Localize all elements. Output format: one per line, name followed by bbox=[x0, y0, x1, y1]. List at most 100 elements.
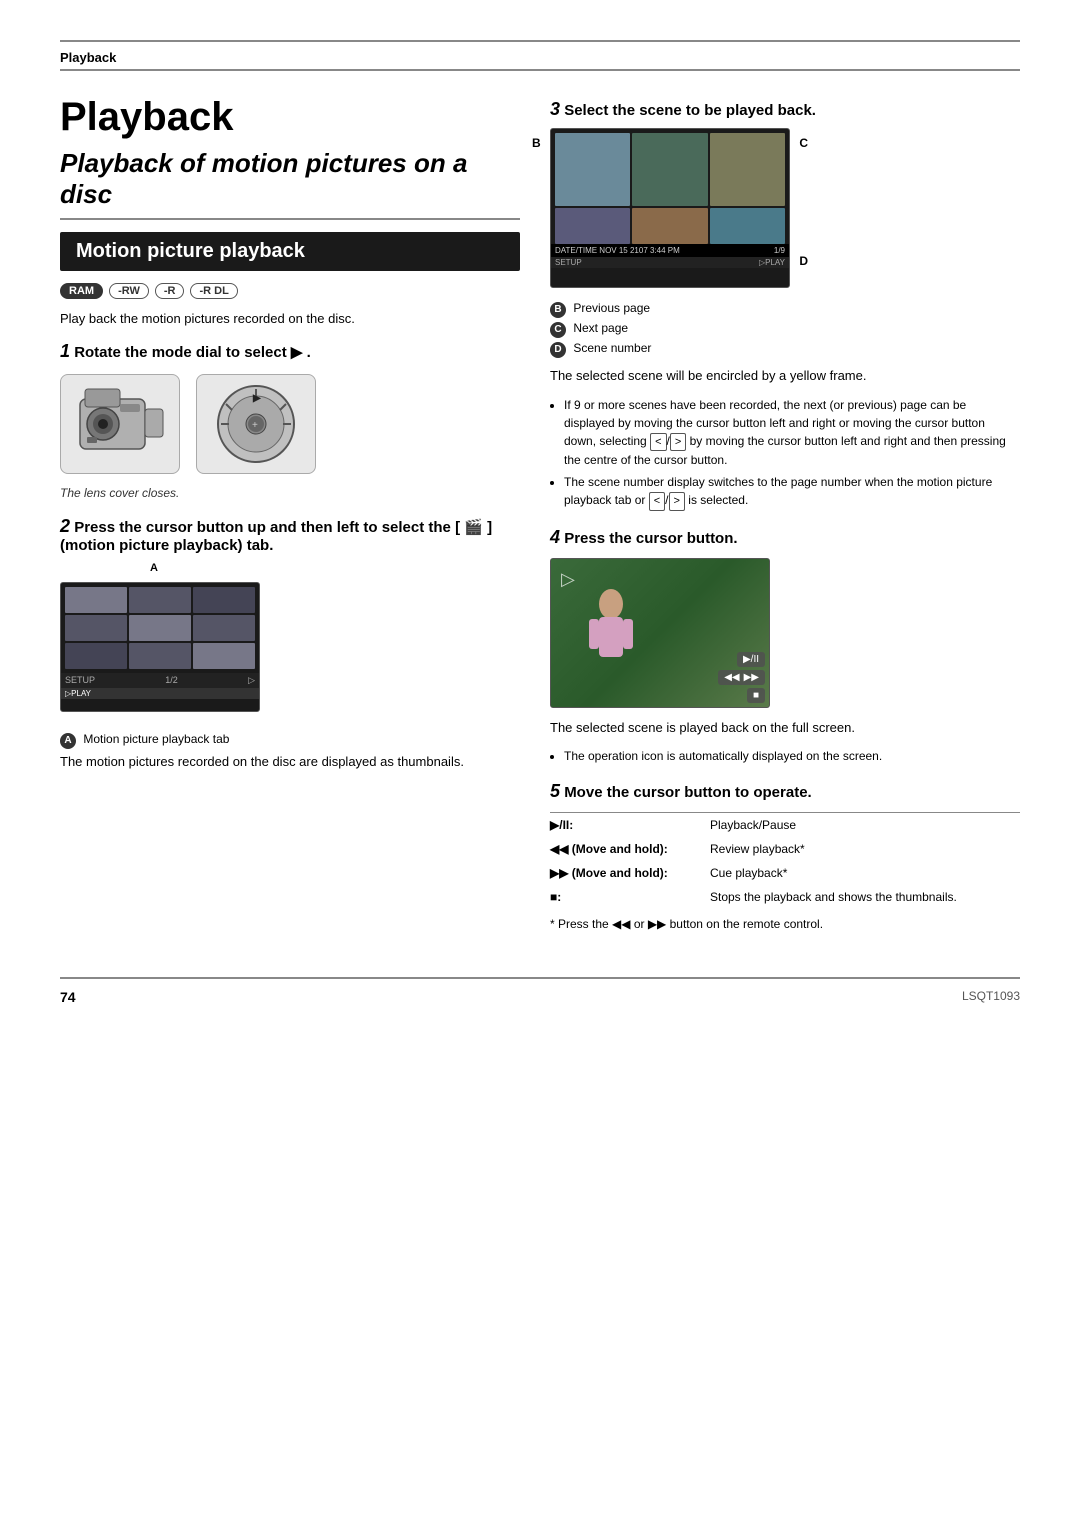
ctrl-stop: ■ bbox=[747, 688, 765, 703]
op-val-2: Review playback* bbox=[710, 837, 1020, 861]
thumb-cell-2 bbox=[129, 587, 191, 613]
step4-bullet1: The operation icon is automatically disp… bbox=[564, 747, 1020, 765]
footer: 74 LSQT1093 bbox=[60, 977, 1020, 1005]
dial-illustration: ▶ + bbox=[196, 374, 316, 474]
ctrl-rew-icon: ◀◀ bbox=[724, 672, 739, 683]
step3-cell-4 bbox=[555, 208, 630, 244]
badge-rdl: -R DL bbox=[190, 283, 237, 299]
screen-bar-right: ▷ bbox=[248, 675, 255, 686]
step2-screen: SETUP 1/2 ▷ ▷PLAY bbox=[60, 582, 260, 712]
caption-a2: The motion pictures recorded on the disc… bbox=[60, 752, 520, 772]
step2-screen-area: A bbox=[60, 572, 260, 722]
label-b-pos: B bbox=[532, 136, 541, 150]
step5-text: Move the cursor button to operate. bbox=[564, 784, 812, 801]
info-c: Next page bbox=[573, 321, 628, 335]
step4-caption: The selected scene is played back on the… bbox=[550, 718, 1020, 738]
op-key-2: ◀◀ (Move and hold): bbox=[550, 837, 710, 861]
control-bar: ▶/II ◀◀ ▶▶ ■ bbox=[714, 648, 769, 707]
op-key-3: ▶▶ (Move and hold): bbox=[550, 861, 710, 885]
page-number: 74 bbox=[60, 989, 76, 1005]
caption-a: Motion picture playback tab bbox=[83, 732, 229, 746]
step3-screen-area: B C D DATE/TIME NOV 15 210 bbox=[550, 128, 790, 298]
step3-bar1-right: 1/9 bbox=[774, 246, 785, 255]
thumb-cell-7 bbox=[65, 643, 127, 669]
op-val-1: Playback/Pause bbox=[710, 813, 1020, 838]
step1-text: Rotate the mode dial to select ▶ . bbox=[74, 344, 311, 361]
step3-label-c: C Next page bbox=[550, 321, 1020, 338]
step5-heading: 5 Move the cursor button to operate. bbox=[550, 781, 1020, 802]
op-val-4: Stops the playback and shows the thumbna… bbox=[710, 885, 1020, 909]
right-column: 3 Select the scene to be played back. B … bbox=[550, 87, 1020, 947]
thumb-grid bbox=[61, 583, 259, 673]
motion-header: Motion picture playback bbox=[60, 232, 520, 271]
step4-heading: 4 Press the cursor button. bbox=[550, 527, 1020, 548]
btn-right2: > bbox=[669, 492, 685, 511]
thumb-cell-3 bbox=[193, 587, 255, 613]
thumb-cell-9 bbox=[193, 643, 255, 669]
step5-footnote: * Press the ◀◀ or ▶▶ button on the remot… bbox=[550, 917, 1020, 931]
btn-right: > bbox=[670, 433, 686, 452]
step3-text: Select the scene to be played back. bbox=[564, 102, 816, 119]
step2-block: 2 Press the cursor button up and then le… bbox=[60, 516, 520, 772]
figure-silhouette bbox=[581, 584, 641, 687]
info-b: Previous page bbox=[573, 301, 650, 315]
camcorder-illustration bbox=[60, 374, 180, 474]
step2-text: Press the cursor button up and then left… bbox=[60, 519, 492, 554]
btn-left2: < bbox=[649, 492, 665, 511]
step4-bullets: The operation icon is automatically disp… bbox=[564, 747, 1020, 765]
label-a-marker: A bbox=[150, 562, 158, 574]
step3-bar1: DATE/TIME NOV 15 2107 3:44 PM 1/9 bbox=[551, 244, 789, 257]
disc-badges: RAM -RW -R -R DL bbox=[60, 283, 520, 299]
subtitle-rule bbox=[60, 218, 520, 220]
ctrl-ff-icon: ▶▶ bbox=[744, 672, 759, 683]
step1-caption: The lens cover closes. bbox=[60, 486, 520, 500]
section-rule bbox=[60, 69, 1020, 71]
op-row-4: ■: Stops the playback and shows the thum… bbox=[550, 885, 1020, 909]
thumb-cell-1 bbox=[65, 587, 127, 613]
page-wrapper: Playback Playback Playback of motion pic… bbox=[0, 0, 1080, 1526]
step2-num: 2 bbox=[60, 516, 70, 536]
op-key-4: ■: bbox=[550, 885, 710, 909]
step3-cell-2 bbox=[632, 133, 707, 206]
thumb-cell-5 bbox=[129, 615, 191, 641]
step3-cell-6 bbox=[710, 208, 785, 244]
circle-a: A bbox=[60, 733, 76, 749]
step3-bar2-play: ▷PLAY bbox=[759, 258, 785, 267]
step3-bullet1: If 9 or more scenes have been recorded, … bbox=[564, 396, 1020, 470]
step3-bar2-setup: SETUP bbox=[555, 258, 582, 267]
step3-cell-3 bbox=[710, 133, 785, 206]
op-row-2: ◀◀ (Move and hold): Review playback* bbox=[550, 837, 1020, 861]
screen-bar-left: SETUP bbox=[65, 675, 95, 685]
thumb-cell-4 bbox=[65, 615, 127, 641]
main-title: Playback bbox=[60, 95, 520, 140]
camcorder-svg bbox=[65, 379, 175, 469]
op-key-1: ▶/II: bbox=[550, 813, 710, 838]
ctrl-rewind: ◀◀ ▶▶ bbox=[718, 670, 765, 685]
step3-label-b: B Previous page bbox=[550, 301, 1020, 318]
screen-bar-bottom: SETUP 1/2 ▷ bbox=[61, 673, 259, 688]
step3-cell-1 bbox=[555, 133, 630, 206]
badge-ram: RAM bbox=[60, 283, 103, 299]
step4-screen: ▷ ▶/II ◀◀ ▶▶ ■ bbox=[550, 558, 770, 708]
step1-num: 1 bbox=[60, 341, 70, 361]
svg-text:▶: ▶ bbox=[252, 393, 262, 404]
ctrl-stop-icon: ■ bbox=[753, 690, 759, 701]
op-row-3: ▶▶ (Move and hold): Cue playback* bbox=[550, 861, 1020, 885]
subtitle: Playback of motion pictures on a disc bbox=[60, 148, 520, 210]
two-col-layout: Playback Playback of motion pictures on … bbox=[60, 87, 1020, 947]
step3-num: 3 bbox=[550, 99, 560, 119]
step4-text: Press the cursor button. bbox=[564, 530, 737, 547]
operate-table: ▶/II: Playback/Pause ◀◀ (Move and hold):… bbox=[550, 812, 1020, 909]
btn-left: < bbox=[650, 433, 666, 452]
step4-block: 4 Press the cursor button. bbox=[550, 527, 1020, 766]
thumb-cell-8 bbox=[129, 643, 191, 669]
label-c-pos: C bbox=[799, 136, 808, 150]
left-column: Playback Playback of motion pictures on … bbox=[60, 87, 520, 787]
step3-thumb-grid bbox=[551, 129, 789, 244]
step2-heading: 2 Press the cursor button up and then le… bbox=[60, 516, 520, 554]
step3-block: 3 Select the scene to be played back. B … bbox=[550, 99, 1020, 511]
circle-b: B bbox=[550, 302, 566, 318]
person-svg bbox=[581, 584, 641, 684]
ctrl-pause-icon: ▶/II bbox=[743, 654, 759, 665]
screen-tab-label: ▷PLAY bbox=[65, 689, 91, 698]
